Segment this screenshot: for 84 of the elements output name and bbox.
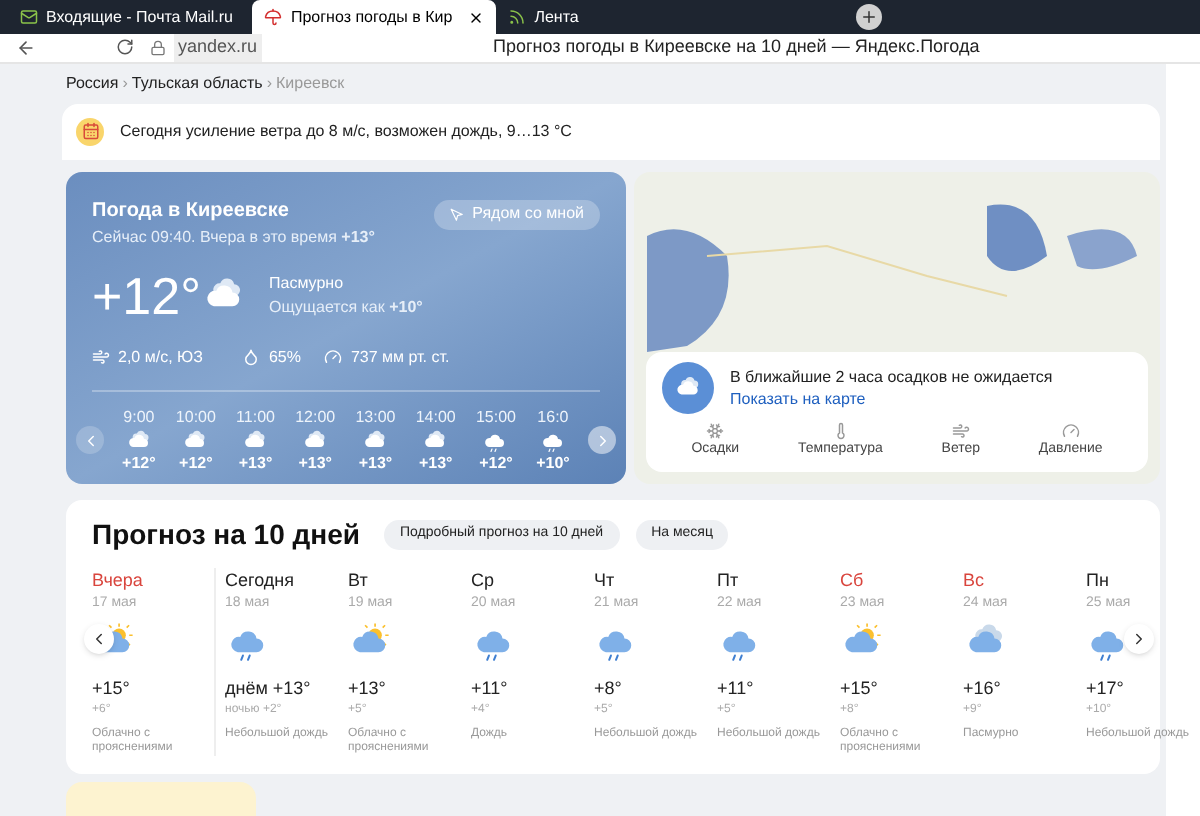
day-name: Сегодня: [225, 567, 296, 594]
feels-like-text: Ощущается как +10°: [269, 295, 423, 319]
browser-tab[interactable]: Лента: [496, 0, 697, 34]
day-temperature: +11°: [471, 675, 510, 701]
close-icon[interactable]: [468, 9, 485, 25]
day-temperature: +8°: [594, 675, 624, 701]
day-temperature: +17°: [1086, 675, 1126, 701]
lock-icon: [150, 39, 166, 56]
cloud-icon: [125, 427, 152, 453]
day-name: Вт: [348, 567, 370, 593]
card-title: Погода в Киреевске: [92, 197, 291, 225]
chevron-right-icon: [1130, 629, 1148, 647]
hour-temperature: +12°: [122, 453, 156, 473]
forecast-title: Прогноз на 10 дней: [92, 515, 360, 554]
tab-icon: [508, 8, 527, 26]
address-field[interactable]: yandex.ru: [174, 34, 262, 61]
now-subtitle: Сейчас 09:40. Вчера в это время +13°: [92, 225, 375, 249]
pressure-text: 737 мм рт. ст.: [350, 345, 450, 369]
temperature-icon: [831, 422, 850, 440]
day-name: Вчера: [92, 567, 145, 594]
chevron-left-icon: [90, 629, 108, 647]
tab-icon: [20, 8, 38, 26]
day-name: Сб: [840, 567, 866, 593]
humidity-text: 65%: [268, 345, 301, 369]
tab-icon: [264, 8, 283, 26]
hour-temperature: +12°: [179, 453, 213, 473]
new-tab-button[interactable]: [856, 4, 883, 30]
hour-time: 16:0: [537, 407, 569, 427]
cloud-icon: [182, 427, 209, 453]
cloud-icon: [242, 427, 269, 453]
day-temperature: +15°: [92, 675, 132, 701]
day-temperature: +16°: [963, 675, 1003, 701]
wind-icon: [92, 348, 110, 366]
pressure-icon: [324, 348, 343, 366]
day-name: Ср: [471, 567, 497, 594]
day-temperature: +13°: [348, 675, 388, 701]
day-name: Вс: [963, 567, 987, 593]
hour-time: 15:00: [475, 407, 516, 427]
back-icon[interactable]: [16, 37, 36, 58]
hour-temperature: +13°: [418, 453, 453, 473]
day-temperature: +11°: [717, 675, 756, 701]
reload-icon[interactable]: [116, 38, 134, 57]
hour-temperature: +13°: [358, 453, 393, 473]
cloud-icon: [362, 427, 389, 453]
hour-temperature: +12°: [479, 453, 513, 473]
hour-time: 11:00: [236, 407, 275, 427]
page-title: Прогноз погоды в Киреевске на 10 дней — Яндекс.Погода: [493, 34, 980, 60]
hour-temperature: +13°: [238, 453, 273, 473]
browser-tab[interactable]: Входящие - Почта Mail.ru: [8, 0, 253, 34]
scroll-right-button[interactable]: [1124, 623, 1154, 653]
wind-icon: [951, 422, 970, 440]
hour-time: 12:00: [295, 407, 336, 427]
humidity-icon: [242, 348, 261, 366]
precipitation-message: В ближайшие 2 часа осадков не ожидается: [730, 366, 1053, 388]
plus-icon: [860, 8, 879, 26]
cloud-icon: [422, 427, 449, 453]
hour-time: 14:00: [415, 407, 456, 427]
hour-temperature: +13°: [298, 453, 332, 473]
current-temperature: +12°: [92, 269, 202, 321]
show-on-map-link[interactable]: Показать на карте: [730, 388, 1053, 410]
cloud-icon: [302, 427, 329, 453]
hour-time: 9:00: [123, 407, 155, 427]
hour-time: 10:00: [175, 407, 216, 427]
hour-time: 13:00: [355, 407, 396, 427]
breadcrumb-link[interactable]: Россия: [66, 71, 119, 95]
scroll-left-button[interactable]: [84, 623, 114, 653]
breadcrumb-separator: ›: [266, 71, 272, 95]
wind-text: 2,0 м/с, ЮЗ: [118, 345, 203, 369]
day-name: Пн: [1086, 567, 1111, 593]
day-temperature: +15°: [840, 675, 880, 701]
calendar-icon: [76, 117, 104, 145]
day-name: Пт: [717, 567, 741, 593]
scroll-right-button[interactable]: [588, 426, 616, 454]
breadcrumb-link[interactable]: Тульская область: [131, 71, 263, 95]
day-name: Чт: [594, 567, 617, 593]
hour-temperature: +10°: [536, 453, 570, 473]
pressure-icon: [1061, 422, 1080, 440]
day-temperature: днём +13°: [225, 675, 313, 702]
precipitation-icon: [706, 422, 725, 440]
alert-text: Сегодня усиление ветра до 8 м/с, возможен дождь, 9…13 °C: [120, 119, 572, 143]
location-arrow-icon: [450, 207, 465, 221]
breadcrumb-separator: ›: [122, 71, 128, 95]
condition-text: Пасмурно: [269, 271, 346, 295]
browser-tab[interactable]: Прогноз погоды в Кир: [252, 0, 497, 34]
